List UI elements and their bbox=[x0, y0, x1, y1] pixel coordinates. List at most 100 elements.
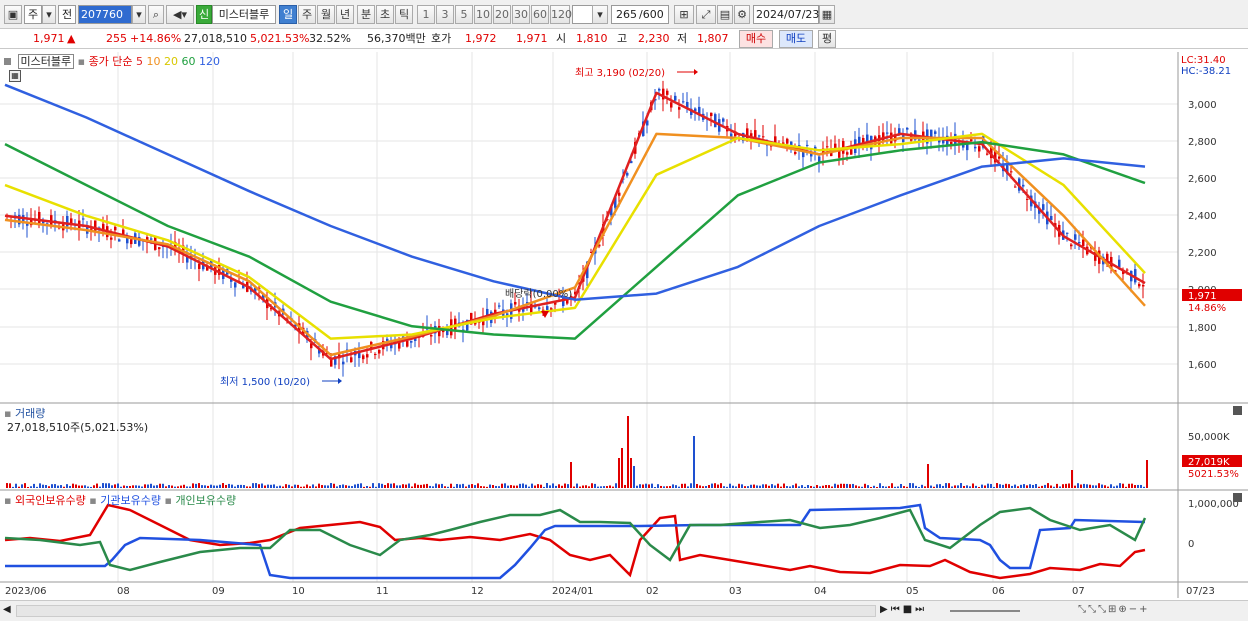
open-label: 시 bbox=[556, 32, 567, 45]
sell-button[interactable]: 매도 bbox=[779, 30, 813, 48]
interval-10[interactable]: 10 bbox=[474, 5, 492, 24]
line-tool-icon[interactable]: ⤢ bbox=[696, 5, 716, 24]
ma-120[interactable]: 120 bbox=[199, 55, 220, 68]
chart-tools-icon[interactable]: ⊞ bbox=[674, 5, 694, 24]
scroll-track[interactable] bbox=[16, 605, 876, 617]
interval-1[interactable]: 1 bbox=[417, 5, 435, 24]
volume-bar bbox=[900, 483, 902, 488]
scroll-left-icon[interactable]: ◀ bbox=[3, 604, 11, 615]
volume-bar bbox=[804, 486, 806, 488]
playback-controls-icon[interactable]: ▶⏮■⏭ bbox=[880, 604, 927, 615]
period-day[interactable]: 일 bbox=[279, 5, 297, 24]
candle-body bbox=[378, 349, 381, 354]
volume-bar bbox=[708, 484, 710, 488]
volume-bar bbox=[1053, 486, 1055, 488]
volume-bar bbox=[333, 483, 335, 488]
stock-name[interactable]: 미스터블루 bbox=[212, 5, 276, 24]
code-dropdown-icon[interactable]: ▾ bbox=[132, 5, 146, 24]
volume-bar bbox=[384, 485, 386, 488]
calendar-icon[interactable]: ▦ bbox=[819, 5, 835, 24]
volume-bar bbox=[1044, 484, 1046, 488]
volume-bar bbox=[621, 448, 623, 488]
price-name-tag[interactable]: 미스터블루 bbox=[17, 54, 75, 69]
candle-body bbox=[678, 107, 681, 110]
candle-body bbox=[786, 138, 789, 144]
volume-bar bbox=[375, 486, 377, 488]
volume-bar bbox=[867, 485, 869, 488]
volume-bar bbox=[303, 486, 305, 488]
window-icon[interactable]: ▣ bbox=[4, 5, 22, 24]
interval-30[interactable]: 30 bbox=[512, 5, 530, 24]
volume-bar bbox=[42, 484, 44, 488]
volume-bar bbox=[330, 483, 332, 488]
volume-bar bbox=[999, 484, 1001, 488]
period-tick[interactable]: 틱 bbox=[395, 5, 413, 24]
candle-body bbox=[886, 132, 889, 134]
period-week[interactable]: 주 bbox=[298, 5, 316, 24]
foreign-holding-label[interactable]: 외국인보유수량 bbox=[15, 494, 86, 507]
ma-60[interactable]: 60 bbox=[182, 55, 196, 68]
chart-area[interactable]: 3,000 2,800 2,600 2,400 2,200 2,000 1,80… bbox=[0, 50, 1248, 600]
gear-icon[interactable]: ⚙ bbox=[734, 5, 750, 24]
volume-bar bbox=[282, 486, 284, 488]
volume-close-icon[interactable] bbox=[1233, 406, 1242, 415]
candle-body bbox=[350, 357, 353, 363]
current-pct-tag: 14.86% bbox=[1188, 303, 1226, 314]
y-tick-3000: 3,000 bbox=[1188, 100, 1217, 111]
volume-bar bbox=[231, 484, 233, 488]
interval-3[interactable]: 3 bbox=[436, 5, 454, 24]
volume-bar bbox=[45, 485, 47, 488]
ma-5[interactable]: 5 bbox=[136, 55, 143, 68]
holding-close-icon[interactable] bbox=[1233, 493, 1242, 502]
volume-bar bbox=[849, 484, 851, 488]
volume-bar bbox=[654, 486, 656, 488]
grid-toggle-icon[interactable]: ▦ bbox=[9, 70, 21, 82]
zoom-slider[interactable] bbox=[950, 610, 1020, 612]
volume-bar bbox=[1104, 485, 1106, 488]
volume-bar bbox=[249, 486, 251, 488]
institution-holding-label[interactable]: 기관보유수량 bbox=[100, 494, 161, 507]
drawing-tools-icon[interactable]: ⤡⤡⤡⊞⊕−+ bbox=[1078, 604, 1150, 615]
candle-body bbox=[710, 112, 713, 117]
volume-bar bbox=[1062, 484, 1064, 488]
chevron-down-icon[interactable]: ▾ bbox=[42, 5, 56, 24]
volume-bar bbox=[438, 484, 440, 488]
speaker-icon[interactable]: ◀▾ bbox=[166, 5, 194, 24]
eval-button[interactable]: 평 bbox=[818, 30, 836, 48]
date-input[interactable]: 2024/07/23 bbox=[753, 5, 819, 24]
volume-bar bbox=[1023, 484, 1025, 488]
volume-bar bbox=[501, 483, 503, 488]
count-input[interactable]: 265 bbox=[611, 5, 639, 24]
volume-bar bbox=[858, 486, 860, 488]
volume-bar bbox=[522, 483, 524, 488]
ma-label[interactable]: 종가 단순 bbox=[89, 55, 133, 68]
candle-body bbox=[850, 149, 853, 155]
interval-20[interactable]: 20 bbox=[493, 5, 511, 24]
interval-5[interactable]: 5 bbox=[455, 5, 473, 24]
ma-20[interactable]: 20 bbox=[164, 55, 178, 68]
buy-button[interactable]: 매수 bbox=[739, 30, 773, 48]
volume-bar bbox=[837, 484, 839, 488]
volume-bar bbox=[588, 486, 590, 488]
stock-code-input[interactable]: 207760 bbox=[78, 5, 132, 24]
bottom-scrollbar[interactable]: ◀ ▶⏮■⏭ ⤡⤡⤡⊞⊕−+ bbox=[0, 600, 1248, 621]
period-month[interactable]: 월 bbox=[317, 5, 335, 24]
volume-bar bbox=[9, 483, 11, 488]
ma-10[interactable]: 10 bbox=[147, 55, 161, 68]
interval-dropdown-icon[interactable]: ▾ bbox=[592, 5, 608, 24]
interval-60[interactable]: 60 bbox=[531, 5, 549, 24]
x-tick-10: 10 bbox=[292, 586, 305, 597]
period-minute[interactable]: 분 bbox=[357, 5, 375, 24]
change-arrow: ▲ bbox=[67, 32, 76, 45]
volume-bar bbox=[843, 483, 845, 488]
interval-120[interactable]: 120 bbox=[550, 5, 572, 24]
individual-holding-label[interactable]: 개인보유수량 bbox=[175, 494, 236, 507]
market-select[interactable]: 주 bbox=[24, 5, 42, 24]
search-icon[interactable]: ⌕ bbox=[148, 5, 164, 24]
lc-label: LC:31.40 bbox=[1181, 55, 1226, 66]
period-year[interactable]: 년 bbox=[336, 5, 354, 24]
period-second[interactable]: 초 bbox=[376, 5, 394, 24]
save-icon[interactable]: ▤ bbox=[717, 5, 733, 24]
volume-bar bbox=[903, 486, 905, 488]
prev-button[interactable]: 전 bbox=[58, 5, 76, 24]
